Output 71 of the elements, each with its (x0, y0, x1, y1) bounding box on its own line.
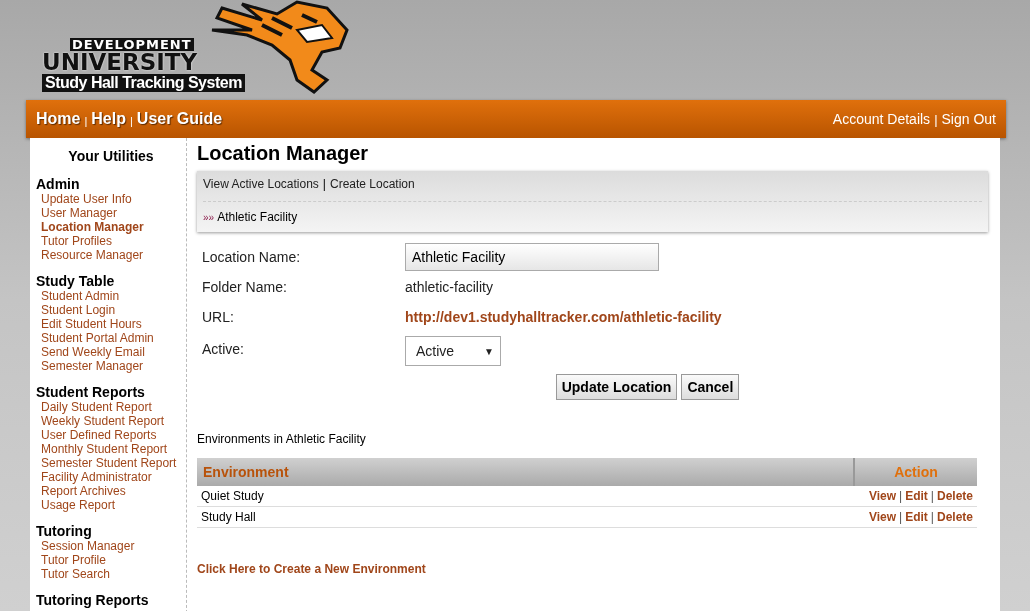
nav-link[interactable]: Sign Out (941, 111, 996, 127)
field-label: Active: (202, 340, 245, 359)
action-link[interactable]: Edit (905, 489, 928, 503)
logo-tagline: Study Hall Tracking System (42, 74, 245, 92)
separator: | (130, 115, 133, 127)
action-link[interactable]: View (868, 510, 897, 524)
create-environment-link[interactable]: Click Here to Create a New Environment (197, 562, 426, 576)
section-heading: Student Reports (36, 384, 146, 400)
field-label: URL: (202, 308, 235, 327)
update-button[interactable]: Update Location (555, 374, 678, 400)
sub-nav-link[interactable]: View Active Locations (203, 177, 319, 191)
sidebar-link[interactable]: Student Admin (36, 289, 186, 303)
sidebar-link[interactable]: Resource Manager (36, 248, 186, 262)
sidebar-link[interactable]: Send Weekly Email (36, 345, 186, 359)
sidebar-link[interactable]: Location Manager (36, 220, 186, 234)
column-header: Action (854, 458, 977, 486)
separator: | (84, 115, 88, 127)
section-heading: Study Table (36, 273, 116, 289)
sidebar-link[interactable]: Weekly Student Report (36, 414, 186, 428)
separator: | (934, 111, 938, 127)
sidebar-link[interactable]: User Manager (36, 206, 186, 220)
sidebar-link[interactable]: Tutor Profile (36, 553, 186, 567)
breadcrumb-marker: »» (203, 211, 215, 223)
sidebar-link[interactable]: Tutor Profiles (36, 234, 186, 248)
table-cell: Quiet Study (197, 486, 854, 507)
sidebar-link[interactable]: Semester Student Report (36, 456, 186, 470)
separator: | (899, 489, 903, 503)
separator: | (930, 489, 934, 503)
field-label: Location Name: (202, 248, 302, 267)
field-label: Folder Name: (202, 278, 288, 297)
breadcrumb: Athletic Facility (217, 210, 298, 224)
url-link[interactable]: http://dev1.studyhalltracker.com/athletic-facility (405, 309, 722, 325)
sidebar-link[interactable]: Tutor Search (36, 567, 186, 581)
sidebar-link[interactable]: Semester Manager (36, 359, 186, 373)
location-name-field[interactable]: Athletic Facility (405, 243, 659, 271)
logo-wordmark: DEVELOPMENT (70, 38, 194, 51)
action-link[interactable]: View (868, 489, 897, 503)
sidebar-link[interactable]: Daily Student Report (36, 400, 186, 414)
action-link[interactable]: Delete (936, 510, 973, 524)
sidebar-link[interactable]: User Defined Reports (36, 428, 186, 442)
sidebar-link[interactable]: Student Login (36, 303, 186, 317)
sub-nav-link[interactable]: Create Location (330, 177, 415, 191)
separator: | (322, 177, 326, 191)
sidebar-title: Your Utilities (67, 148, 155, 164)
sidebar-link[interactable]: Edit Student Hours (36, 317, 186, 331)
action-link[interactable]: Edit (905, 510, 928, 524)
sidebar-link[interactable]: Facility Administrator (36, 470, 186, 484)
nav-link[interactable]: User Guide (136, 110, 223, 128)
action-link[interactable]: Delete (936, 489, 973, 503)
folder-name-value: athletic-facility (405, 278, 494, 297)
logo-wordmark: UNIVERSITY (42, 51, 198, 74)
nav-link[interactable]: Home (36, 110, 81, 128)
sidebar-link[interactable]: Student Portal Admin (36, 331, 186, 345)
separator: | (930, 510, 934, 524)
cancel-button[interactable]: Cancel (681, 374, 740, 400)
table-cell: Study Hall (197, 506, 854, 528)
nav-link[interactable]: Help (91, 110, 126, 128)
sidebar-link[interactable]: Monthly Student Report (36, 442, 186, 456)
active-dropdown[interactable]: Active ▼ (405, 336, 501, 366)
separator: | (899, 510, 903, 524)
column-header: Environment (197, 458, 854, 486)
section-heading: Admin (36, 176, 81, 192)
sidebar-link[interactable]: Report Archives (36, 484, 186, 498)
sidebar-link[interactable]: Update User Info (36, 192, 186, 206)
nav-link[interactable]: Account Details (832, 111, 931, 127)
page-title: Location Manager (197, 142, 370, 165)
section-heading: Tutoring Reports (36, 592, 150, 608)
sidebar-link[interactable]: Session Manager (36, 539, 186, 553)
sidebar-link[interactable]: Usage Report (36, 498, 186, 512)
section-heading: Tutoring (36, 523, 93, 539)
table-caption: Environments in Athletic Facility (197, 432, 367, 446)
